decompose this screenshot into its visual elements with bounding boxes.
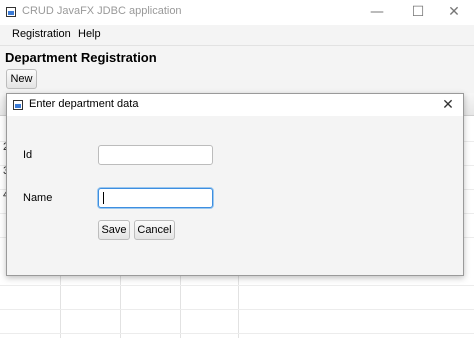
name-field[interactable] bbox=[98, 188, 213, 208]
minimize-button[interactable]: — bbox=[357, 0, 397, 25]
window-titlebar: CRUD JavaFX JDBC application — ☐ ✕ bbox=[0, 0, 474, 25]
row-divider bbox=[0, 333, 474, 334]
department-dialog: Enter department data ✕ Id Name Save Can… bbox=[6, 93, 464, 276]
close-button[interactable]: ✕ bbox=[434, 0, 474, 25]
text-caret bbox=[103, 192, 104, 204]
row-divider bbox=[0, 285, 474, 286]
id-label: Id bbox=[23, 149, 33, 161]
cancel-button[interactable]: Cancel bbox=[134, 220, 175, 240]
maximize-button[interactable]: ☐ bbox=[398, 0, 438, 25]
page-title: Department Registration bbox=[5, 50, 157, 65]
app-icon bbox=[6, 7, 16, 17]
name-label: Name bbox=[23, 192, 53, 204]
row-divider bbox=[0, 309, 474, 310]
menu-registration[interactable]: Registration bbox=[12, 28, 71, 40]
id-field[interactable] bbox=[98, 145, 213, 165]
window-title: CRUD JavaFX JDBC application bbox=[22, 5, 182, 17]
menu-help[interactable]: Help bbox=[78, 28, 101, 40]
dialog-close-button[interactable]: ✕ bbox=[433, 94, 463, 116]
dialog-window-icon bbox=[13, 100, 23, 110]
dialog-title: Enter department data bbox=[29, 98, 139, 110]
dialog-titlebar: Enter department data ✕ bbox=[7, 94, 463, 116]
save-button[interactable]: Save bbox=[98, 220, 130, 240]
menu-bar: Registration Help bbox=[0, 25, 474, 46]
new-button[interactable]: New bbox=[6, 69, 37, 89]
